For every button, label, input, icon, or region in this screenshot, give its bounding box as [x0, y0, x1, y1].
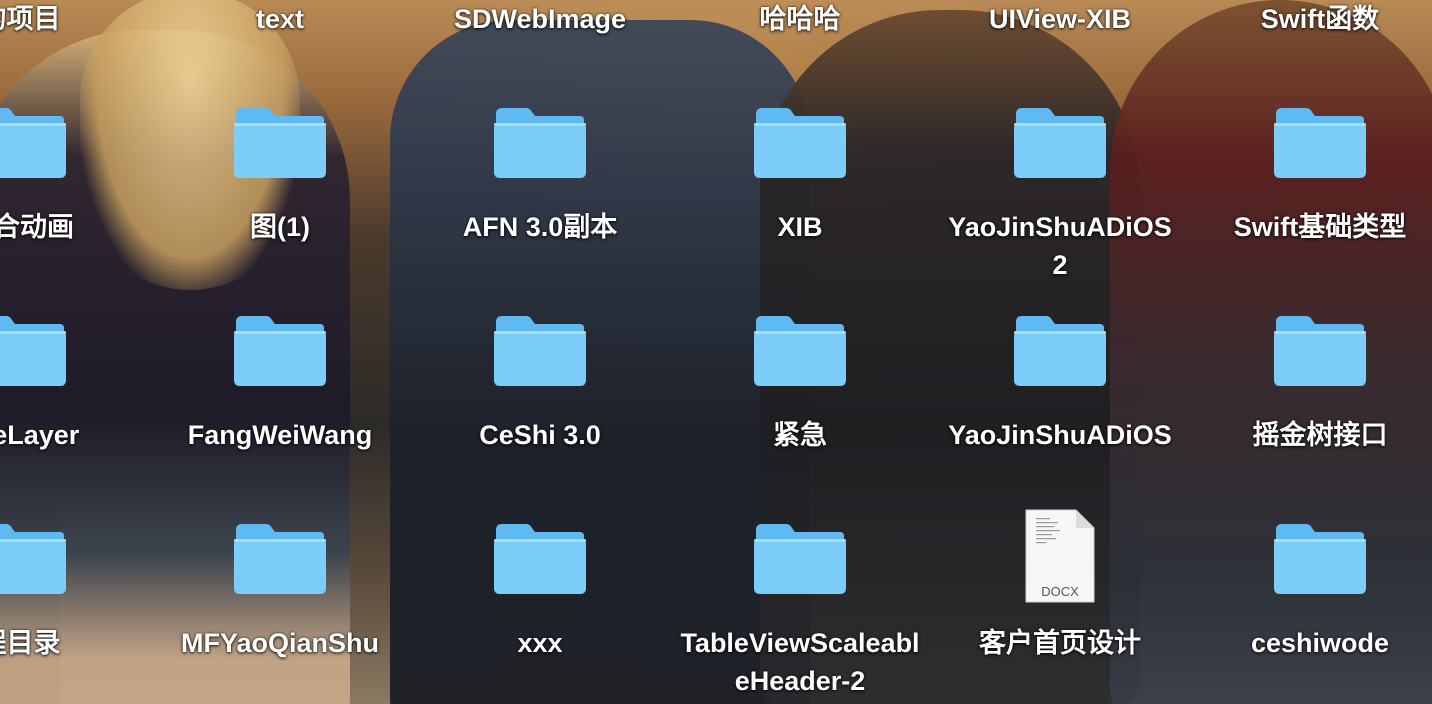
folder-icon[interactable] — [232, 520, 328, 596]
folder-icon[interactable] — [1012, 104, 1108, 180]
folder-icon[interactable] — [1272, 104, 1368, 180]
desktop-item-label[interactable]: 摇金树接口 — [1190, 416, 1432, 454]
desktop-item-label[interactable]: 客户首页设计 — [930, 624, 1190, 662]
desktop-item-label[interactable]: YaoJinShuADiOS 2 — [930, 208, 1190, 284]
desktop-item-label[interactable]: 图(1) — [150, 208, 410, 246]
folder-icon[interactable] — [0, 312, 68, 388]
folder-icon[interactable] — [752, 520, 848, 596]
desktop-wallpaper — [0, 0, 1432, 704]
desktop-item-label[interactable]: TableViewScaleableHeader-2 — [670, 624, 930, 700]
desktop-item-label[interactable]: AFN 3.0副本 — [410, 208, 670, 246]
folder-icon[interactable] — [0, 104, 68, 180]
folder-icon[interactable] — [492, 104, 588, 180]
docx-icon[interactable]: DOCX — [1024, 508, 1096, 604]
file-type-badge: DOCX — [1041, 584, 1079, 599]
folder-icon[interactable] — [1272, 520, 1368, 596]
desktop-item-label[interactable]: SDWebImage — [410, 0, 670, 38]
folder-icon[interactable] — [232, 312, 328, 388]
desktop-item-label[interactable]: UIView-XIB — [930, 0, 1190, 38]
folder-icon[interactable] — [752, 104, 848, 180]
desktop-item-label[interactable]: MFYaoQianShu — [150, 624, 410, 662]
folder-icon[interactable] — [752, 312, 848, 388]
desktop-item-label[interactable]: 组合动画 — [0, 208, 150, 246]
desktop-item-label[interactable]: apeLayer — [0, 416, 150, 454]
desktop-item-label[interactable]: YaoJinShuADiOS — [930, 416, 1190, 454]
desktop-item-label[interactable]: Swift基础类型 — [1190, 208, 1432, 246]
wallpaper-person-4 — [1110, 0, 1432, 704]
desktop-item-label[interactable]: CeShi 3.0 — [410, 416, 670, 454]
desktop-item-label[interactable]: FangWeiWang — [150, 416, 410, 454]
folder-icon[interactable] — [492, 520, 588, 596]
desktop-item-label[interactable]: XIB — [670, 208, 930, 246]
folder-icon[interactable] — [0, 520, 68, 596]
folder-icon[interactable] — [492, 312, 588, 388]
desktop-item-label[interactable]: xxx — [410, 624, 670, 662]
wallpaper-person-2 — [390, 20, 810, 704]
desktop-item-label[interactable]: 程目录 — [0, 624, 150, 662]
desktop-item-label[interactable]: 哈哈哈 — [670, 0, 930, 38]
desktop-item-label[interactable]: 的项目 — [0, 0, 150, 38]
desktop-item-label[interactable]: text — [150, 0, 410, 38]
folder-icon[interactable] — [1272, 312, 1368, 388]
desktop-item-label[interactable]: ceshiwode — [1190, 624, 1432, 662]
desktop-item-label[interactable]: 紧急 — [670, 416, 930, 454]
folder-icon[interactable] — [1012, 312, 1108, 388]
folder-icon[interactable] — [232, 104, 328, 180]
desktop-item-label[interactable]: Swift函数 — [1190, 0, 1432, 38]
